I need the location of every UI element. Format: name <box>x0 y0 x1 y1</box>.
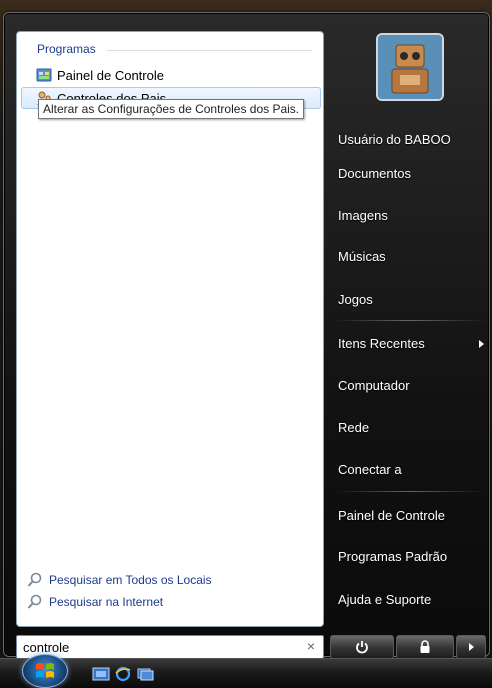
recent-items-link[interactable]: Itens Recentes <box>338 331 488 357</box>
taskbar <box>0 658 492 688</box>
control-panel-link[interactable]: Painel de Controle <box>338 503 488 529</box>
search-internet-link[interactable]: Pesquisar na Internet <box>27 592 163 612</box>
start-button[interactable] <box>22 654 68 688</box>
lock-icon <box>420 640 430 653</box>
user-folder-link[interactable]: Usuário do BABOO <box>338 127 488 153</box>
control-panel-icon <box>36 68 52 82</box>
switch-windows-icon[interactable] <box>136 666 154 682</box>
computer-link[interactable]: Computador <box>338 373 488 399</box>
help-and-support-link[interactable]: Ajuda e Suporte <box>338 587 488 613</box>
section-divider <box>107 50 312 51</box>
games-link[interactable]: Jogos <box>338 287 488 313</box>
right-divider <box>334 320 486 321</box>
recent-items-label: Itens Recentes <box>338 336 425 351</box>
internet-explorer-icon[interactable] <box>114 666 132 682</box>
search-icon <box>27 572 42 587</box>
search-input[interactable] <box>23 638 283 656</box>
programs-section-title: Programas <box>37 42 96 56</box>
network-link[interactable]: Rede <box>338 415 488 441</box>
power-icon <box>356 641 368 654</box>
documents-link[interactable]: Documentos <box>338 161 488 187</box>
program-item-painel-de-controle[interactable]: Painel de Controle <box>21 64 321 86</box>
pictures-link[interactable]: Imagens <box>338 203 488 229</box>
search-everywhere-link[interactable]: Pesquisar em Todos os Locais <box>27 570 212 590</box>
shutdown-options-button[interactable] <box>456 635 486 659</box>
default-programs-link[interactable]: Programas Padrão <box>338 544 488 570</box>
clear-search-icon[interactable]: × <box>307 638 315 654</box>
programs-pane: Programas Painel de Controle Controles d… <box>16 31 324 627</box>
search-link-label: Pesquisar em Todos os Locais <box>49 573 212 587</box>
tooltip: Alterar as Configurações de Controles do… <box>38 99 305 119</box>
arrow-right-icon <box>469 643 474 651</box>
robot-toy-icon <box>378 35 442 99</box>
search-icon <box>27 594 42 609</box>
program-item-label: Painel de Controle <box>57 67 164 83</box>
show-desktop-icon[interactable] <box>92 666 110 682</box>
lock-button[interactable] <box>396 635 454 659</box>
start-menu: Programas Painel de Controle Controles d… <box>3 12 490 659</box>
search-link-label: Pesquisar na Internet <box>49 595 164 609</box>
power-button[interactable] <box>330 635 394 659</box>
right-divider <box>334 491 486 492</box>
windows-logo-icon <box>36 663 54 678</box>
submenu-arrow-icon <box>479 340 484 348</box>
user-avatar[interactable] <box>376 33 444 101</box>
connect-to-link[interactable]: Conectar a <box>338 457 488 483</box>
music-link[interactable]: Músicas <box>338 244 488 270</box>
